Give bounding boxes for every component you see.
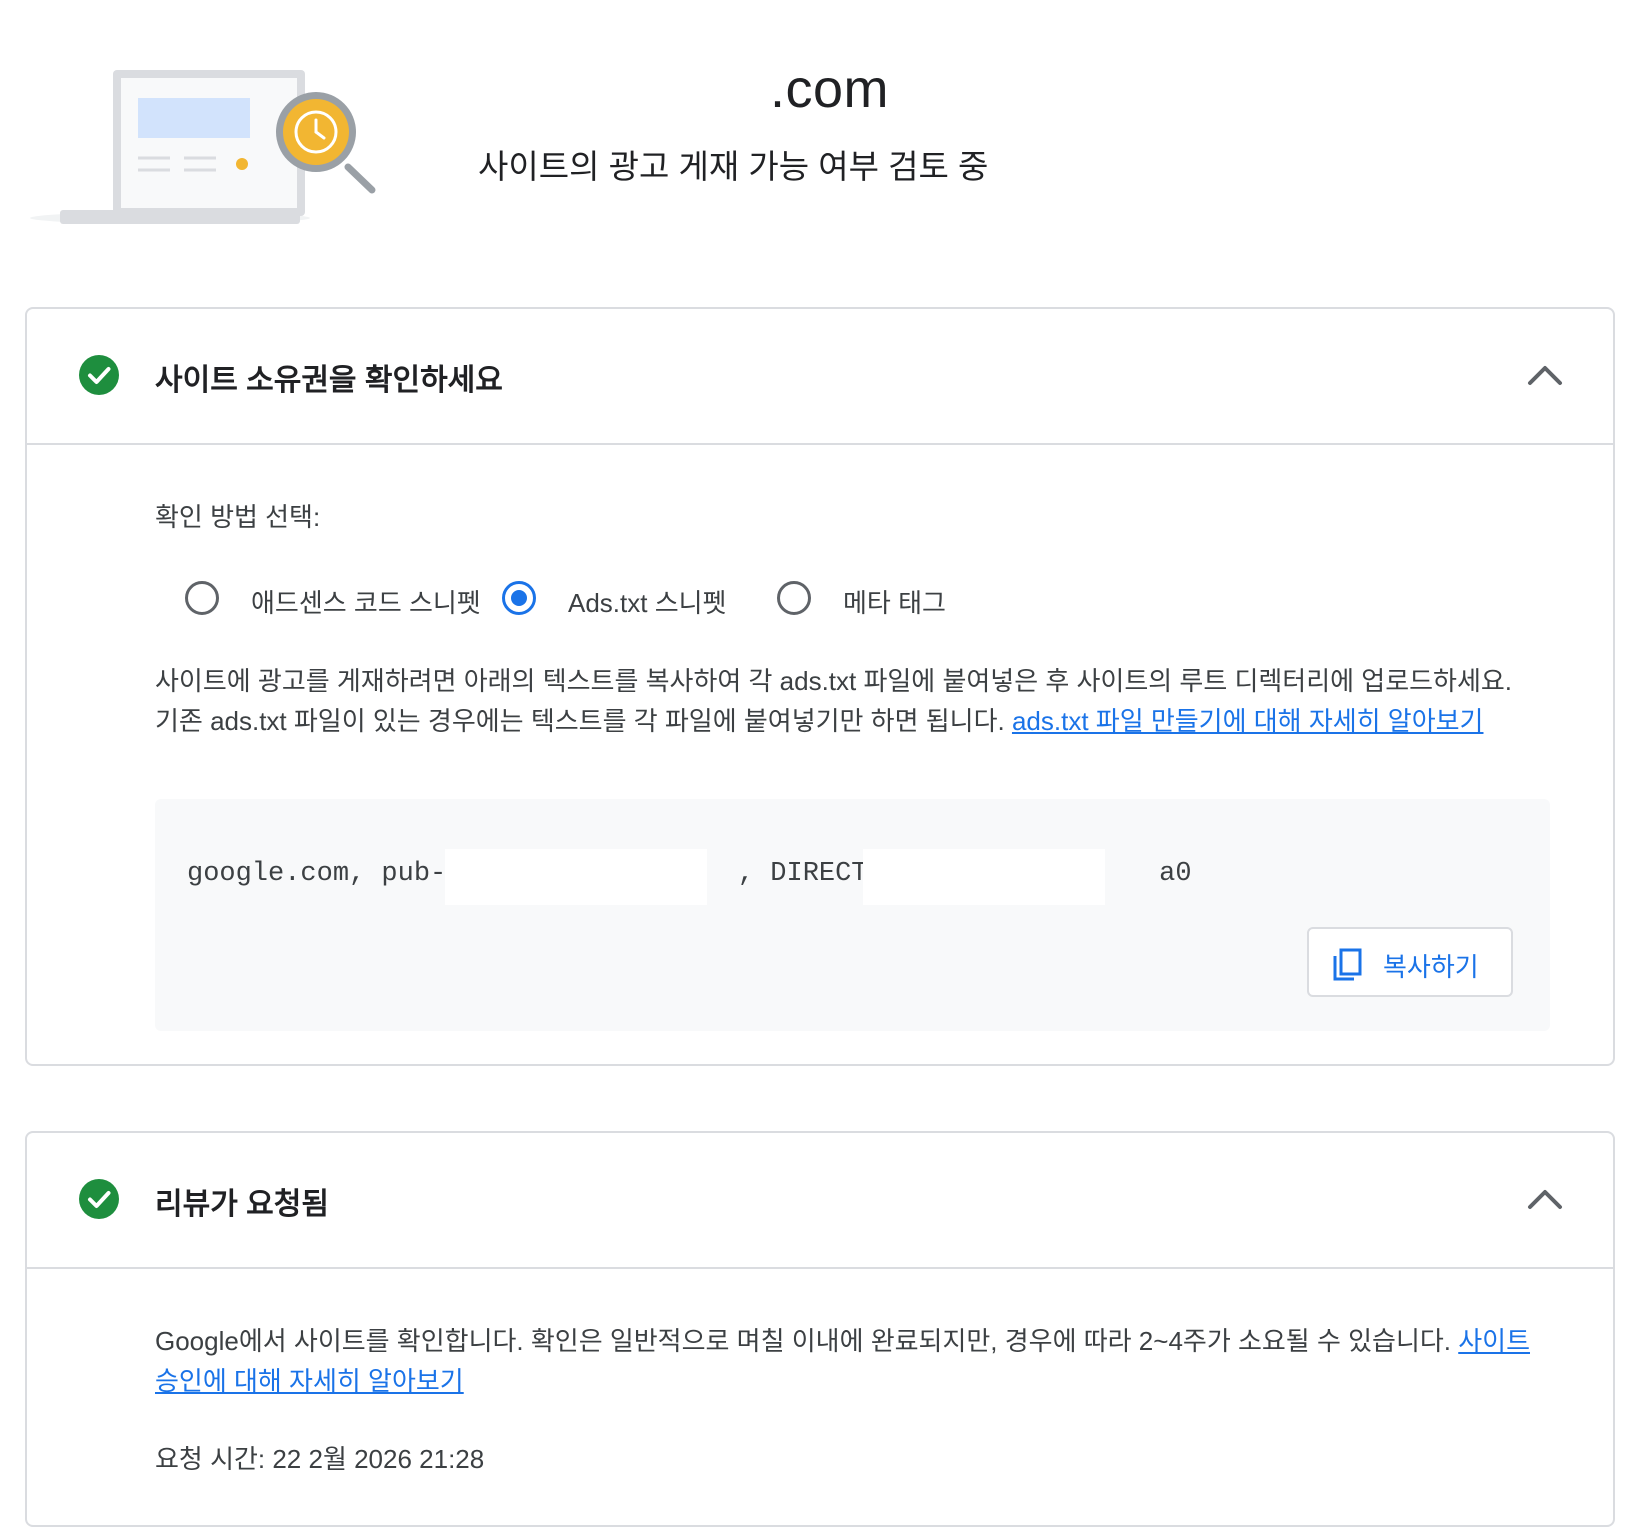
radio-circle[interactable]	[185, 581, 219, 615]
check-circle-icon	[79, 355, 119, 395]
page-subtitle: 사이트의 광고 게재 가능 여부 검토 중	[478, 148, 989, 185]
redacted-certification-id	[863, 849, 1105, 905]
ownership-title: 사이트 소유권을 확인하세요	[155, 364, 503, 397]
check-circle-icon	[79, 1179, 119, 1219]
site-domain: .com	[770, 59, 890, 119]
radio-label[interactable]: Ads.txt 스니펫	[568, 583, 726, 620]
radio-label[interactable]: 애드센스 코드 스니펫	[251, 583, 481, 620]
ownership-card: 사이트 소유권을 확인하세요 확인 방법 선택: 애드센스 코드 스니펫 Ads…	[25, 307, 1615, 1066]
review-card-header[interactable]: 리뷰가 요청됨	[27, 1133, 1613, 1269]
copy-button[interactable]: 복사하기	[1307, 927, 1513, 997]
review-description-text: Google에서 사이트를 확인합니다. 확인은 일반적으로 며칠 이내에 완료…	[155, 1326, 1459, 1356]
radio-circle[interactable]	[502, 581, 536, 615]
request-time: 요청 시간: 22 2월 2026 21:28	[155, 1444, 485, 1474]
radio-label[interactable]: 메타 태그	[843, 583, 946, 620]
copy-button-label[interactable]: 복사하기	[1383, 947, 1479, 984]
chevron-up-icon[interactable]	[1525, 359, 1565, 389]
ownership-card-header[interactable]: 사이트 소유권을 확인하세요	[27, 309, 1613, 445]
ads-txt-snippet-box: google.com, pub- , DIRECT, a0 복사하기	[155, 799, 1550, 1031]
radio-circle[interactable]	[777, 581, 811, 615]
review-title: 리뷰가 요청됨	[155, 1188, 329, 1221]
site-review-illustration	[20, 60, 400, 235]
review-card: 리뷰가 요청됨 Google에서 사이트를 확인합니다. 확인은 일반적으로 며…	[25, 1131, 1615, 1527]
ownership-description: 사이트에 광고를 게재하려면 아래의 텍스트를 복사하여 각 ads.txt 파…	[155, 661, 1525, 741]
review-description: Google에서 사이트를 확인합니다. 확인은 일반적으로 며칠 이내에 완료…	[155, 1321, 1540, 1401]
chevron-up-icon[interactable]	[1525, 1183, 1565, 1213]
ads-txt-learn-more-link[interactable]: ads.txt 파일 만들기에 대해 자세히 알아보기	[1012, 706, 1484, 736]
copy-icon	[1331, 947, 1365, 986]
method-label: 확인 방법 선택:	[155, 502, 321, 532]
redacted-publisher-id	[445, 849, 707, 905]
